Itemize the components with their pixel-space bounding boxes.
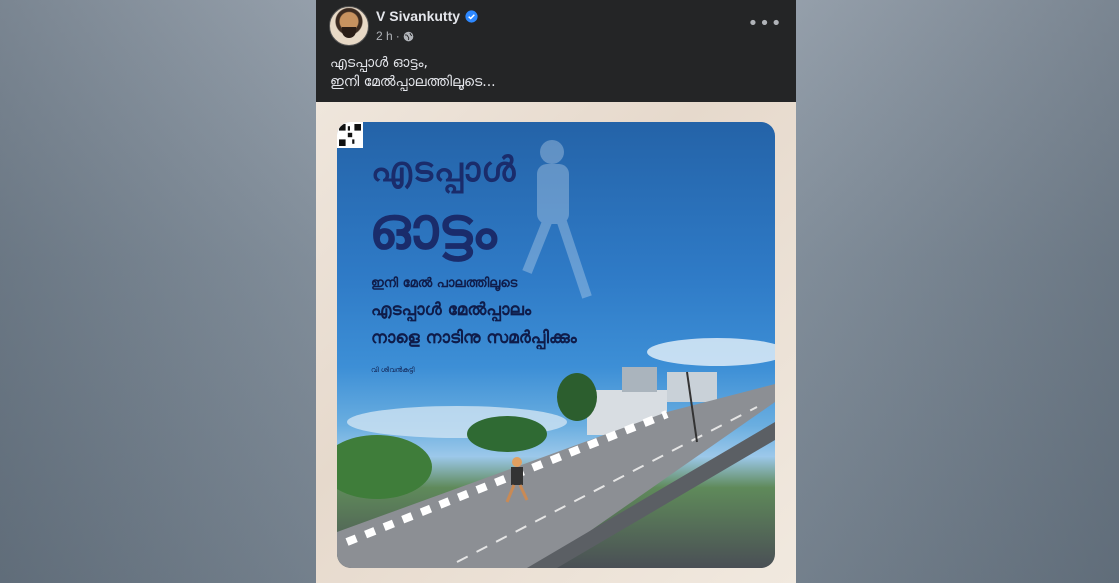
facebook-post: V Sivankutty 2 h · ••• എടപ്പാൾ ഓട്ടം, ഇന… <box>316 0 796 583</box>
background-left <box>0 0 316 583</box>
meta-separator: · <box>395 29 400 43</box>
globe-icon[interactable] <box>403 31 414 42</box>
poster-subtitle-2: എടപ്പാൾ മേൽപ്പാലം <box>371 300 532 320</box>
author-row: V Sivankutty <box>376 8 478 24</box>
author-name[interactable]: V Sivankutty <box>376 8 460 24</box>
caption-line-1: എടപ്പാൾ ഓട്ടം, <box>330 55 428 71</box>
qr-code-icon <box>337 122 363 148</box>
poster: എടപ്പാൾ ഓട്ടം ഇനി മേൽ പാലത്തിലൂടെ എടപ്പാ… <box>337 122 775 568</box>
poster-title-line-1: എടപ്പാൾ <box>371 150 517 190</box>
background-right <box>796 0 1119 583</box>
poster-signature: വി ശിവൻകുട്ടി <box>371 366 415 374</box>
verified-badge-icon <box>465 9 478 23</box>
post-time[interactable]: 2 h <box>376 29 393 43</box>
post-header: V Sivankutty 2 h · ••• എടപ്പാൾ ഓട്ടം, ഇന… <box>316 0 796 102</box>
more-options-icon[interactable]: ••• <box>748 12 782 34</box>
author-avatar[interactable] <box>329 6 369 46</box>
poster-title-line-2: ഓട്ടം <box>369 194 497 262</box>
post-image[interactable]: എടപ്പാൾ ഓട്ടം ഇനി മേൽ പാലത്തിലൂടെ എടപ്പാ… <box>316 102 796 583</box>
post-caption: എടപ്പാൾ ഓട്ടം, ഇനി മേൽപ്പാലത്തിലൂടെ... <box>330 54 496 92</box>
poster-subtitle-3: നാളെ നാടിനു സമർപ്പിക്കും <box>371 328 577 348</box>
post-meta: 2 h · <box>376 29 414 43</box>
caption-line-2: ഇനി മേൽപ്പാലത്തിലൂടെ... <box>330 74 496 90</box>
poster-subtitle-1: ഇനി മേൽ പാലത്തിലൂടെ <box>371 276 518 291</box>
